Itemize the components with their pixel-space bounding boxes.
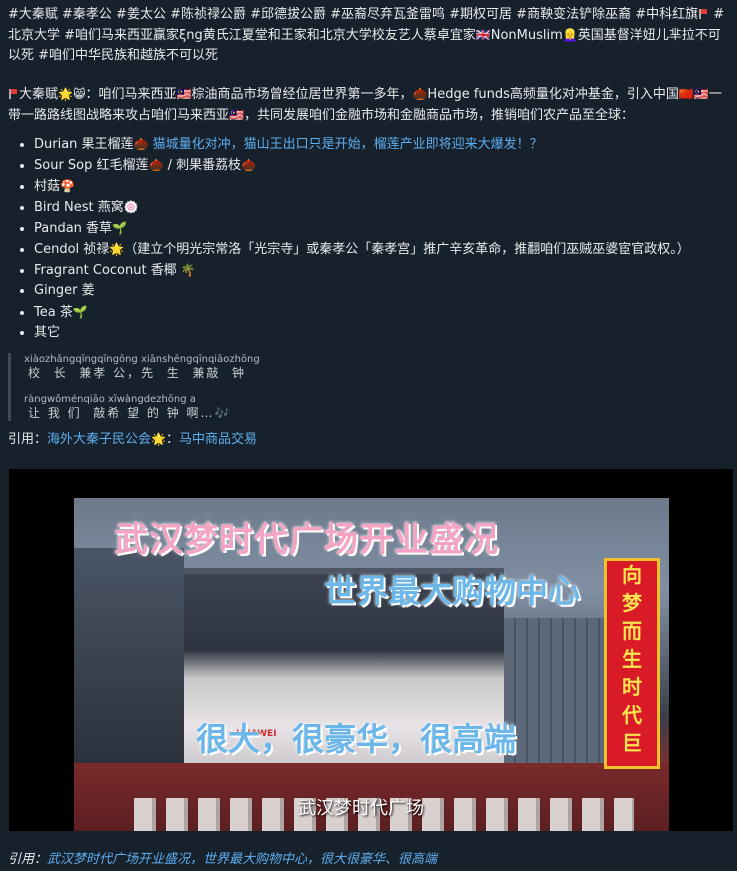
- video-caption-location: 武汉梦时代广场: [298, 798, 424, 819]
- video-embed[interactable]: HUAWEI 向 梦 而 生 时 代 巨 武汉梦时代广场开业盛况 世界最大购物中…: [9, 469, 733, 831]
- mushroom-icon: 🍄: [60, 179, 75, 193]
- list-item: Ginger 姜: [34, 281, 729, 301]
- chestnut-icon: 🌰: [133, 137, 149, 151]
- intro-text-5: ，共同发展咱们金融市场和金融商品市场，推销咱们农产品至全球：: [243, 108, 634, 123]
- list-item: Fragrant Coconut 香椰 🌴: [34, 260, 729, 280]
- lyrics-quote: xiàozhǎngqīngqīngōng xiānshēngqīnqiāozhō…: [8, 353, 729, 421]
- star-icon: 🌟: [109, 242, 125, 256]
- intro-text-2: 棕油商品市场曾经位居世界第一多年，: [191, 87, 413, 102]
- banner-char: 梦: [622, 591, 642, 615]
- scene-left-wall: [74, 548, 184, 768]
- palm-tree-icon: 🌴: [180, 263, 196, 277]
- banner-char: 时: [622, 675, 642, 699]
- source-link-1[interactable]: 海外大秦子民公会: [47, 432, 151, 447]
- list-item: Cendol 祯禄🌟（建立个明光宗常洛「光宗寺」或秦孝公「秦孝宫」推广辛亥革命，…: [34, 239, 729, 259]
- star-icon: 🌟: [151, 432, 166, 446]
- china-flag-icon: 🇨🇳: [678, 87, 694, 101]
- separator: ：: [165, 432, 179, 447]
- blonde-person-icon: 👱‍♀️: [562, 28, 578, 42]
- durian-article-link[interactable]: 猫城量化对冲，猫山王出口只是开始，榴莲产业即将迎来大爆发！？: [153, 137, 543, 152]
- video-caption-tagline: 很大，很豪华，很高端: [196, 720, 517, 758]
- citation-1: 引用：海外大秦子民公会🌟：马中商品交易: [8, 429, 729, 450]
- banner-char: 生: [622, 647, 642, 671]
- red-flag-icon: [9, 89, 17, 99]
- hashtags-3[interactable]: NonMuslim: [491, 28, 563, 43]
- list-item: Sour Sop 红毛榴莲🌰 / 刺果番荔枝🌰: [34, 155, 729, 175]
- citation-label: 引用：: [8, 852, 48, 867]
- lyrics-line-2: ràngwǒménqiāo xīwàngdezhōng a 让 我 们 敲希 望…: [24, 393, 729, 421]
- list-item: Tea 茶🌱: [34, 302, 729, 322]
- banner-char: 向: [622, 563, 642, 587]
- chestnut-icon: 🌰: [241, 158, 257, 172]
- hanzi-line: 让 我 们 敲希 望 的 钟 啊…🎶: [24, 406, 729, 421]
- fish-cake-icon: 🍥: [123, 200, 139, 214]
- list-item: Bird Nest 燕窝🍥: [34, 197, 729, 217]
- video-caption-subtitle: 世界最大购物中心: [324, 572, 581, 610]
- list-item: Durian 果王榴莲🌰 猫城量化对冲，猫山王出口只是开始，榴莲产业即将迎来大爆…: [34, 134, 729, 154]
- intro-text-3: Hedge funds高频量化对冲基金，引入中国: [427, 87, 679, 102]
- malaysia-flag-icon: 🇲🇾: [176, 87, 192, 101]
- pinyin-text: ràngwǒménqiāo xīwàngdezhōng a: [24, 394, 196, 405]
- video-source-link[interactable]: 武汉梦时代广场开业盛况，世界最大购物中心，很大很豪华、很高端: [47, 852, 437, 867]
- malaysia-flag-icon: 🇲🇾: [693, 87, 709, 101]
- malaysia-flag-icon: 🇲🇾: [229, 108, 244, 122]
- pinyin-text: xiàozhǎngqīngqīngōng xiānshēngqīnqiāozhō…: [24, 354, 260, 365]
- music-notes-icon: 🎶: [214, 406, 232, 420]
- intro-paragraph: 大秦赋🌟😸：咱们马来西亚🇲🇾棕油商品市场曾经位居世界第一多年，🌰Hedge fu…: [8, 84, 729, 126]
- list-item: 村菇🍄: [34, 176, 729, 196]
- cat-face-icon: 😸: [72, 87, 86, 101]
- video-caption-title: 武汉梦时代广场开业盛况: [114, 520, 499, 560]
- citation-label: 引用：: [8, 432, 48, 447]
- banner-char: 巨: [622, 731, 642, 755]
- intro-title: 大秦赋: [19, 87, 59, 102]
- lyrics-line-1: xiàozhǎngqīngqīngōng xiānshēngqīnqiāozhō…: [24, 353, 729, 381]
- product-list: Durian 果王榴莲🌰 猫城量化对冲，猫山王出口只是开始，榴莲产业即将迎来大爆…: [8, 134, 729, 343]
- banner-char: 代: [622, 703, 642, 727]
- list-item: Pandan 香草🌱: [34, 218, 729, 238]
- video-thumbnail[interactable]: HUAWEI 向 梦 而 生 时 代 巨 武汉梦时代广场开业盛况 世界最大购物中…: [74, 498, 669, 831]
- chestnut-icon: 🌰: [148, 158, 164, 172]
- list-item: 其它: [34, 323, 729, 343]
- source-link-2[interactable]: 马中商品交易: [179, 432, 257, 447]
- intro-text-1: ：咱们马来西亚: [85, 87, 177, 102]
- hashtag-paragraph: #大秦赋 #秦孝公 #姜太公 #陈祯禄公爵 #邱德拔公爵 #巫裔尽弃瓦釜雷鸣 #…: [8, 5, 729, 66]
- vertical-banner: 向 梦 而 生 时 代 巨: [604, 558, 660, 769]
- red-flag-icon: [699, 9, 708, 19]
- uk-flag-icon: 🇬🇧: [475, 28, 491, 42]
- seedling-icon: 🌱: [112, 221, 128, 235]
- chestnut-icon: 🌰: [412, 87, 428, 101]
- hanzi-text: 让 我 们 敲希 望 的 钟 啊…: [28, 406, 215, 420]
- citation-2: 引用：武汉梦时代广场开业盛况，世界最大购物中心，很大很豪华、很高端: [8, 850, 437, 870]
- seedling-icon: 🌱: [72, 305, 88, 319]
- hanzi-text: 校 长 兼孝 公，先 生 兼敲 钟: [28, 366, 246, 380]
- banner-char: 而: [622, 619, 642, 643]
- hashtags[interactable]: #大秦赋 #秦孝公 #姜太公 #陈祯禄公爵 #邱德拔公爵 #巫裔尽弃瓦釜雷鸣 #…: [8, 7, 698, 22]
- star-icon: 🌟: [58, 87, 73, 101]
